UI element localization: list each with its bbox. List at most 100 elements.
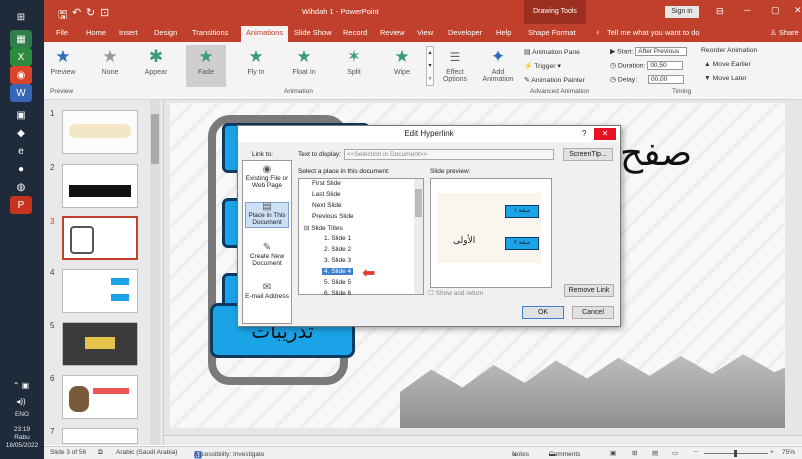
present-icon[interactable]: ⊡ [100,6,109,19]
slide-thumbnail-1[interactable] [62,110,138,154]
screentip-button[interactable]: ScreenTip... [563,148,613,161]
redo-icon[interactable]: ↻ [86,6,95,19]
language-status[interactable]: Arabic (Saudi Arabia) [116,449,177,456]
place-item[interactable]: 1. Slide 1 [324,235,351,242]
maximize-icon[interactable]: ▢ [771,5,780,16]
remove-link-button[interactable]: Remove Link [564,284,614,297]
zoom-thumb[interactable] [734,450,737,457]
language-indicator[interactable]: ENG [0,411,44,419]
normal-view-icon[interactable]: ▣ [610,449,616,457]
camera-icon[interactable]: ◍ [10,178,32,196]
app-icon[interactable]: ▣ [10,106,32,124]
canvas-scrollbar[interactable] [164,435,802,445]
tab-animations[interactable]: Animations [241,26,289,42]
save-icon[interactable]: 🖫 [58,6,67,25]
slide-thumbnail-4[interactable] [62,269,138,313]
minimize-icon[interactable]: ─ [744,5,750,15]
place-item[interactable]: Previous Slide [312,213,354,220]
gallery-scroll[interactable]: ▴ ▾ ▿ [426,46,434,86]
add-animation-button[interactable]: ✦ Add Animation [480,45,516,87]
reading-view-icon[interactable]: ▤ [652,449,658,457]
browser-icon[interactable]: ● [10,160,32,178]
tab-record[interactable]: Record [343,28,367,37]
place-item[interactable]: 2. Slide 2 [324,246,351,253]
tab-shape-format[interactable]: Shape Format [528,28,576,37]
place-list-scrollbar[interactable] [414,179,423,294]
anim-wipe[interactable]: ★ Wipe [382,45,422,87]
text-to-display-input[interactable]: <<Selection in Document>> [344,149,554,160]
spelling-icon[interactable]: ⧉ [98,449,103,457]
tab-slide-show[interactable]: Slide Show [294,28,332,37]
zoom-in-icon[interactable]: + [770,449,774,456]
photos-icon[interactable]: ◆ [10,124,32,142]
word-icon[interactable]: W [10,84,32,102]
slide-sorter-icon[interactable]: ⊞ [632,449,637,457]
zoom-level[interactable]: 75% [782,449,795,456]
move-earlier-button[interactable]: ▲ Move Earlier [704,61,751,68]
place-item-selected[interactable]: 4. Slide 4 [322,268,354,275]
tab-review[interactable]: Review [380,28,405,37]
powerpoint-icon[interactable]: P [10,196,32,214]
link-option-place[interactable]: ▤ Place in This Document [245,202,289,228]
anim-float-in[interactable]: ★ Float In [284,45,324,87]
place-item[interactable]: 6. Slide 6 [324,290,351,297]
sign-in-button[interactable]: Sign in [665,6,699,18]
duration-input[interactable]: 00,50 [647,61,684,70]
animation-pane-button[interactable]: ▤ Animation Pane [524,48,580,56]
edge-icon[interactable]: e [10,142,32,160]
animation-painter-button[interactable]: ✎ Animation Painter [524,76,585,84]
link-option-new[interactable]: ✎ Create New Document [245,243,289,268]
place-item[interactable]: 3. Slide 3 [324,257,351,264]
tell-me-search[interactable]: Tell me what you want to do [607,28,700,37]
tab-file[interactable]: File [56,28,68,37]
undo-icon[interactable]: ↶ [72,6,81,19]
start-dropdown[interactable]: After Previous [635,47,688,56]
ribbon-display-icon[interactable]: ⊟ [716,6,724,17]
anim-appear[interactable]: ✱ Appear [136,45,176,87]
tab-view[interactable]: View [417,28,433,37]
cancel-button[interactable]: Cancel [572,306,614,319]
place-item[interactable]: Last Slide [312,191,341,198]
place-item-slide-titles[interactable]: ⊟ Slide Titles [304,224,343,232]
place-item[interactable]: 5. Slide 5 [324,279,351,286]
link-option-email[interactable]: ✉ E-mail Address [245,283,289,300]
slideshow-view-icon[interactable]: ▭ [672,449,678,457]
move-later-button[interactable]: ▼ Move Later [704,75,747,82]
tab-home[interactable]: Home [86,28,106,37]
chrome-icon[interactable]: ◉ [10,66,32,84]
tab-transitions[interactable]: Transitions [192,28,228,37]
preview-button[interactable]: ★ Preview [46,45,80,87]
slide-thumbnail-7[interactable] [62,428,138,444]
place-item[interactable]: First Slide [312,180,341,187]
place-item[interactable]: Next Slide [312,202,342,209]
trigger-button[interactable]: ⚡ Trigger ▾ [524,62,561,70]
zoom-out-icon[interactable]: − [694,449,698,456]
slide-thumbnail-6[interactable] [62,375,138,419]
slide-thumbnail-3[interactable] [62,216,138,260]
excel-icon[interactable]: X [10,48,32,66]
slide-thumbnail-5[interactable] [62,322,138,366]
volume-icon[interactable]: ◂)) [10,392,32,410]
show-and-return-checkbox[interactable]: ☐ Show and return [428,289,483,297]
effect-options-button[interactable]: ☰ Effect Options [436,45,474,87]
tab-insert[interactable]: Insert [119,28,138,37]
anim-fly-in[interactable]: ★ Fly In [236,45,276,87]
ok-button[interactable]: OK [522,306,564,319]
dialog-close-button[interactable]: ✕ [594,128,616,140]
anim-fade[interactable]: ★ Fade [186,45,226,87]
share-button[interactable]: ♙ Share [770,28,799,37]
anim-split[interactable]: ✶ Split [334,45,374,87]
tab-help[interactable]: Help [496,28,511,37]
windows-start-icon[interactable]: ⊞ [10,8,32,26]
anim-none[interactable]: ★ None [90,45,130,87]
slide-title-arabic[interactable]: صفح [620,133,692,174]
thumbnails-scrollbar[interactable] [150,100,160,445]
app-icon[interactable]: ▦ [10,30,32,48]
delay-input[interactable]: 00,00 [647,75,684,84]
tab-design[interactable]: Design [154,28,177,37]
link-option-web[interactable]: ◉ Existing File or Web Page [245,165,289,190]
help-button[interactable]: ? [582,129,586,138]
tab-developer[interactable]: Developer [448,28,482,37]
slide-thumbnail-2[interactable] [62,164,138,208]
close-window-icon[interactable]: ✕ [794,5,802,16]
